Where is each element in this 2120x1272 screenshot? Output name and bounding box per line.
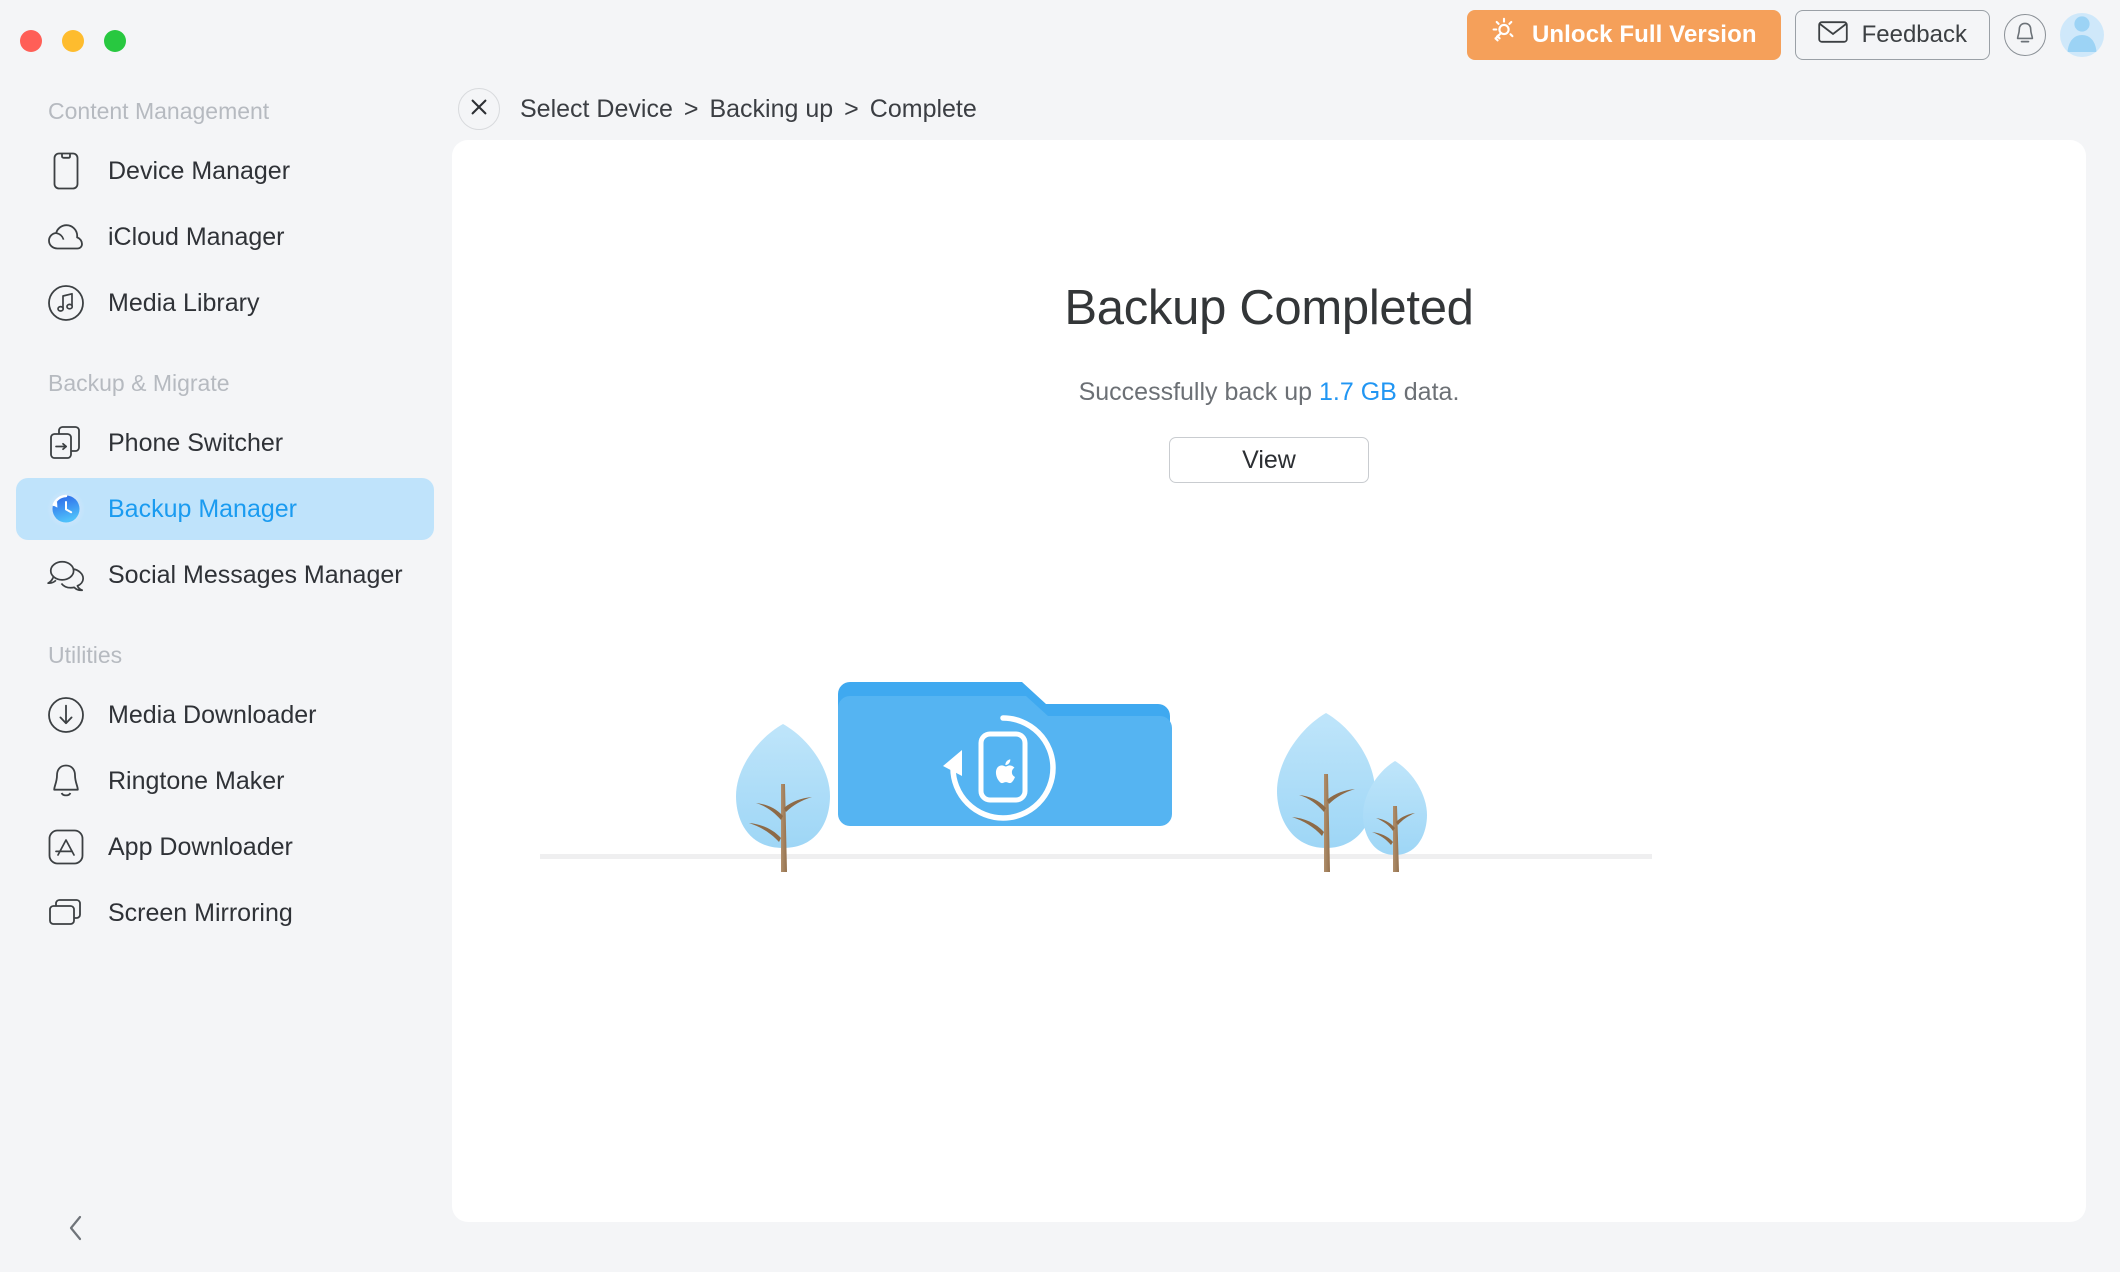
download-circle-icon (46, 695, 86, 735)
unlock-full-version-label: Unlock Full Version (1531, 21, 1757, 48)
sidebar-item-label: iCloud Manager (108, 222, 285, 251)
key-light-icon (1489, 17, 1519, 54)
content-card: Backup Completed Successfully back up 1.… (452, 140, 2086, 1222)
maximize-window-button[interactable] (104, 30, 126, 52)
backup-folder-illustration (452, 660, 2086, 980)
sidebar-item-ringtone-maker[interactable]: Ringtone Maker (16, 750, 434, 812)
breadcrumb: Select Device > Backing up > Complete (452, 78, 2120, 140)
user-avatar[interactable] (2060, 13, 2104, 57)
close-window-button[interactable] (20, 30, 42, 52)
topbar-actions: Unlock Full Version Feedback (1466, 10, 2104, 60)
sidebar-item-media-library[interactable]: Media Library (16, 272, 434, 334)
title-bar: Unlock Full Version Feedback (0, 0, 2120, 78)
sidebar-item-label: Backup Manager (108, 494, 298, 523)
phone-transfer-icon (46, 423, 86, 463)
sidebar: Content Management Device Manager iCloud… (0, 78, 452, 1272)
sidebar-section-title-content-management: Content Management (48, 98, 270, 124)
sidebar-section-title-utilities: Utilities (48, 642, 123, 668)
sidebar-item-label: Social Messages Manager (108, 560, 403, 589)
breadcrumb-step-select-device[interactable]: Select Device (520, 95, 673, 124)
sidebar-item-label: Media Library (108, 288, 260, 317)
ground-line (540, 854, 1652, 859)
breadcrumb-steps: Select Device > Backing up > Complete (520, 95, 977, 124)
notification-bell-button[interactable] (2004, 14, 2046, 56)
view-backup-button[interactable]: View (1169, 437, 1369, 483)
sidebar-section-title-backup-migrate: Backup & Migrate (48, 370, 230, 396)
sidebar-item-social-messages-manager[interactable]: Social Messages Manager (16, 544, 434, 606)
sidebar-item-label: Device Manager (108, 156, 291, 185)
app-window: Unlock Full Version Feedback Content Man… (0, 0, 2120, 1272)
chevron-left-icon (65, 1213, 87, 1248)
tree-left (736, 724, 830, 872)
sidebar-item-phone-switcher[interactable]: Phone Switcher (16, 412, 434, 474)
user-avatar-icon (2060, 13, 2104, 57)
sidebar-collapse-button[interactable] (56, 1210, 96, 1250)
summary-suffix: data. (1403, 378, 1460, 406)
chat-bubbles-icon (46, 555, 86, 595)
sidebar-item-label: Media Downloader (108, 700, 317, 729)
unlock-full-version-button[interactable]: Unlock Full Version (1466, 10, 1781, 60)
envelope-icon (1817, 20, 1848, 51)
backup-size-value: 1.7 GB (1319, 378, 1397, 406)
sidebar-item-label: Screen Mirroring (108, 898, 293, 927)
bell-icon (2013, 20, 2037, 51)
sidebar-item-label: Ringtone Maker (108, 766, 285, 795)
backup-folder-icon (838, 660, 1172, 826)
sidebar-item-backup-manager[interactable]: Backup Manager (16, 478, 434, 540)
sidebar-item-device-manager[interactable]: Device Manager (16, 140, 434, 202)
feedback-button[interactable]: Feedback (1794, 10, 1990, 60)
breadcrumb-separator: > (683, 94, 699, 123)
screens-stack-icon (46, 893, 86, 933)
music-note-circle-icon (46, 283, 86, 323)
sidebar-item-media-downloader[interactable]: Media Downloader (16, 684, 434, 746)
sidebar-item-icloud-manager[interactable]: iCloud Manager (16, 206, 434, 268)
appstore-icon (46, 827, 86, 867)
summary-prefix: Successfully back up (1078, 378, 1313, 406)
sidebar-item-label: App Downloader (108, 832, 293, 861)
backup-summary-text: Successfully back up 1.7 GB data. (452, 378, 2086, 407)
phone-outline-icon (46, 151, 86, 191)
page-title: Backup Completed (1064, 281, 1474, 335)
breadcrumb-step-complete[interactable]: Complete (870, 95, 977, 124)
close-x-icon (469, 97, 489, 122)
breadcrumb-step-backing-up[interactable]: Backing up (709, 95, 833, 124)
minimize-window-button[interactable] (62, 30, 84, 52)
sidebar-item-app-downloader[interactable]: App Downloader (16, 816, 434, 878)
bell-outline-icon (46, 761, 86, 801)
traffic-lights (20, 30, 126, 52)
breadcrumb-separator: > (844, 94, 859, 123)
feedback-label: Feedback (1861, 21, 1967, 48)
tree-right-large (1277, 713, 1375, 872)
sidebar-item-screen-mirroring[interactable]: Screen Mirroring (16, 882, 434, 944)
cloud-icon (46, 217, 86, 257)
close-wizard-button[interactable] (458, 88, 500, 130)
sidebar-item-label: Phone Switcher (108, 428, 284, 457)
clock-restore-icon (46, 489, 86, 529)
